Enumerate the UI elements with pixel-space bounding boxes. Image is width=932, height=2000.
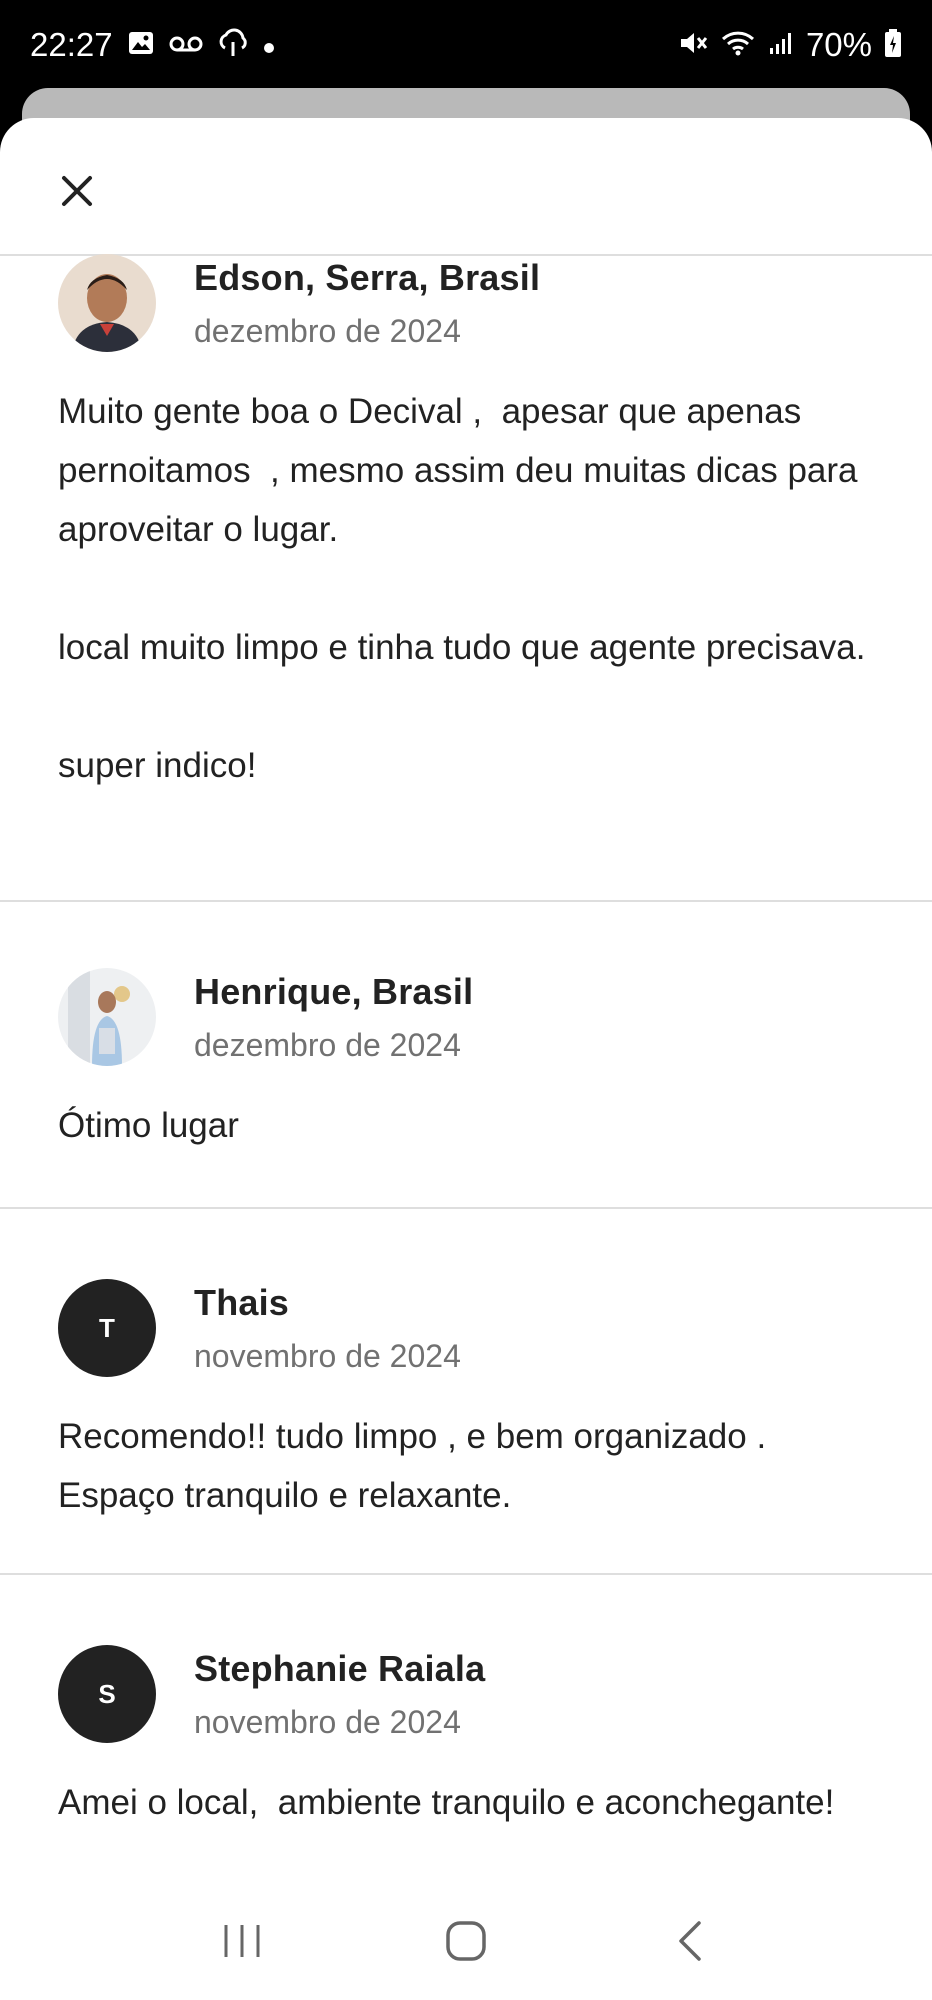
home-icon — [446, 1921, 486, 1961]
review-date: dezembro de 2024 — [194, 312, 461, 349]
reviews-list[interactable]: Edson, Serra, Brasil dezembro de 2024 Mu… — [0, 254, 932, 1975]
reviewer-name: Henrique, Brasil — [194, 970, 474, 1012]
review-text: Muito gente boa o Decival , apesar que a… — [58, 392, 866, 785]
back-button[interactable] — [660, 1911, 720, 1971]
home-button[interactable] — [436, 1911, 496, 1971]
reviewer-name: Edson, Serra, Brasil — [194, 256, 541, 298]
status-bar: 22:27 70% — [0, 0, 932, 90]
close-button[interactable] — [54, 168, 100, 214]
reviewer-name: Stephanie Raiala — [194, 1647, 486, 1689]
review-text: Recomendo!! tudo limpo , e bem organizad… — [58, 1417, 776, 1515]
signal-icon — [768, 30, 794, 61]
avatar-initial: S — [98, 1678, 116, 1709]
close-icon — [62, 176, 92, 206]
review-header: Edson, Serra, Brasil dezembro de 2024 — [58, 254, 874, 352]
image-icon — [127, 29, 155, 62]
review-date: novembro de 2024 — [194, 1703, 461, 1740]
sheet-header — [0, 118, 932, 256]
review-item: T Thais novembro de 2024 Recomendo!! tud… — [0, 1209, 932, 1575]
avatar-initial: T — [99, 1312, 115, 1343]
review-date: dezembro de 2024 — [194, 1026, 461, 1063]
battery-percentage: 70% — [805, 26, 872, 63]
recent-apps-button[interactable] — [212, 1911, 272, 1971]
avatar[interactable]: S — [58, 1645, 156, 1743]
wifi-icon — [720, 29, 756, 62]
review-header: Henrique, Brasil dezembro de 2024 — [58, 968, 874, 1066]
avatar[interactable] — [58, 968, 156, 1066]
review-date: novembro de 2024 — [194, 1337, 461, 1374]
reviews-sheet[interactable]: Edson, Serra, Brasil dezembro de 2024 Mu… — [0, 118, 932, 2000]
back-icon — [679, 1921, 701, 1961]
review-header: S Stephanie Raiala novembro de 2024 — [58, 1645, 874, 1743]
avatar[interactable]: T — [58, 1279, 156, 1377]
status-time: 22:27 — [30, 26, 113, 63]
mute-icon — [678, 29, 708, 62]
review-item: Edson, Serra, Brasil dezembro de 2024 Mu… — [0, 254, 932, 902]
review-text: Amei o local, ambiente tranquilo e aconc… — [58, 1783, 835, 1822]
recent-apps-icon — [224, 1925, 260, 1957]
reviewer-name: Thais — [194, 1281, 290, 1323]
battery-icon — [884, 28, 902, 63]
voicemail-icon — [169, 31, 203, 59]
dot-icon — [263, 31, 275, 59]
cloud-icon — [217, 28, 249, 63]
review-item: Henrique, Brasil dezembro de 2024 Ótimo … — [0, 902, 932, 1209]
navigation-bar — [0, 1882, 932, 2000]
review-header: T Thais novembro de 2024 — [58, 1279, 874, 1377]
avatar[interactable] — [58, 254, 156, 352]
review-text: Ótimo lugar — [58, 1106, 239, 1145]
